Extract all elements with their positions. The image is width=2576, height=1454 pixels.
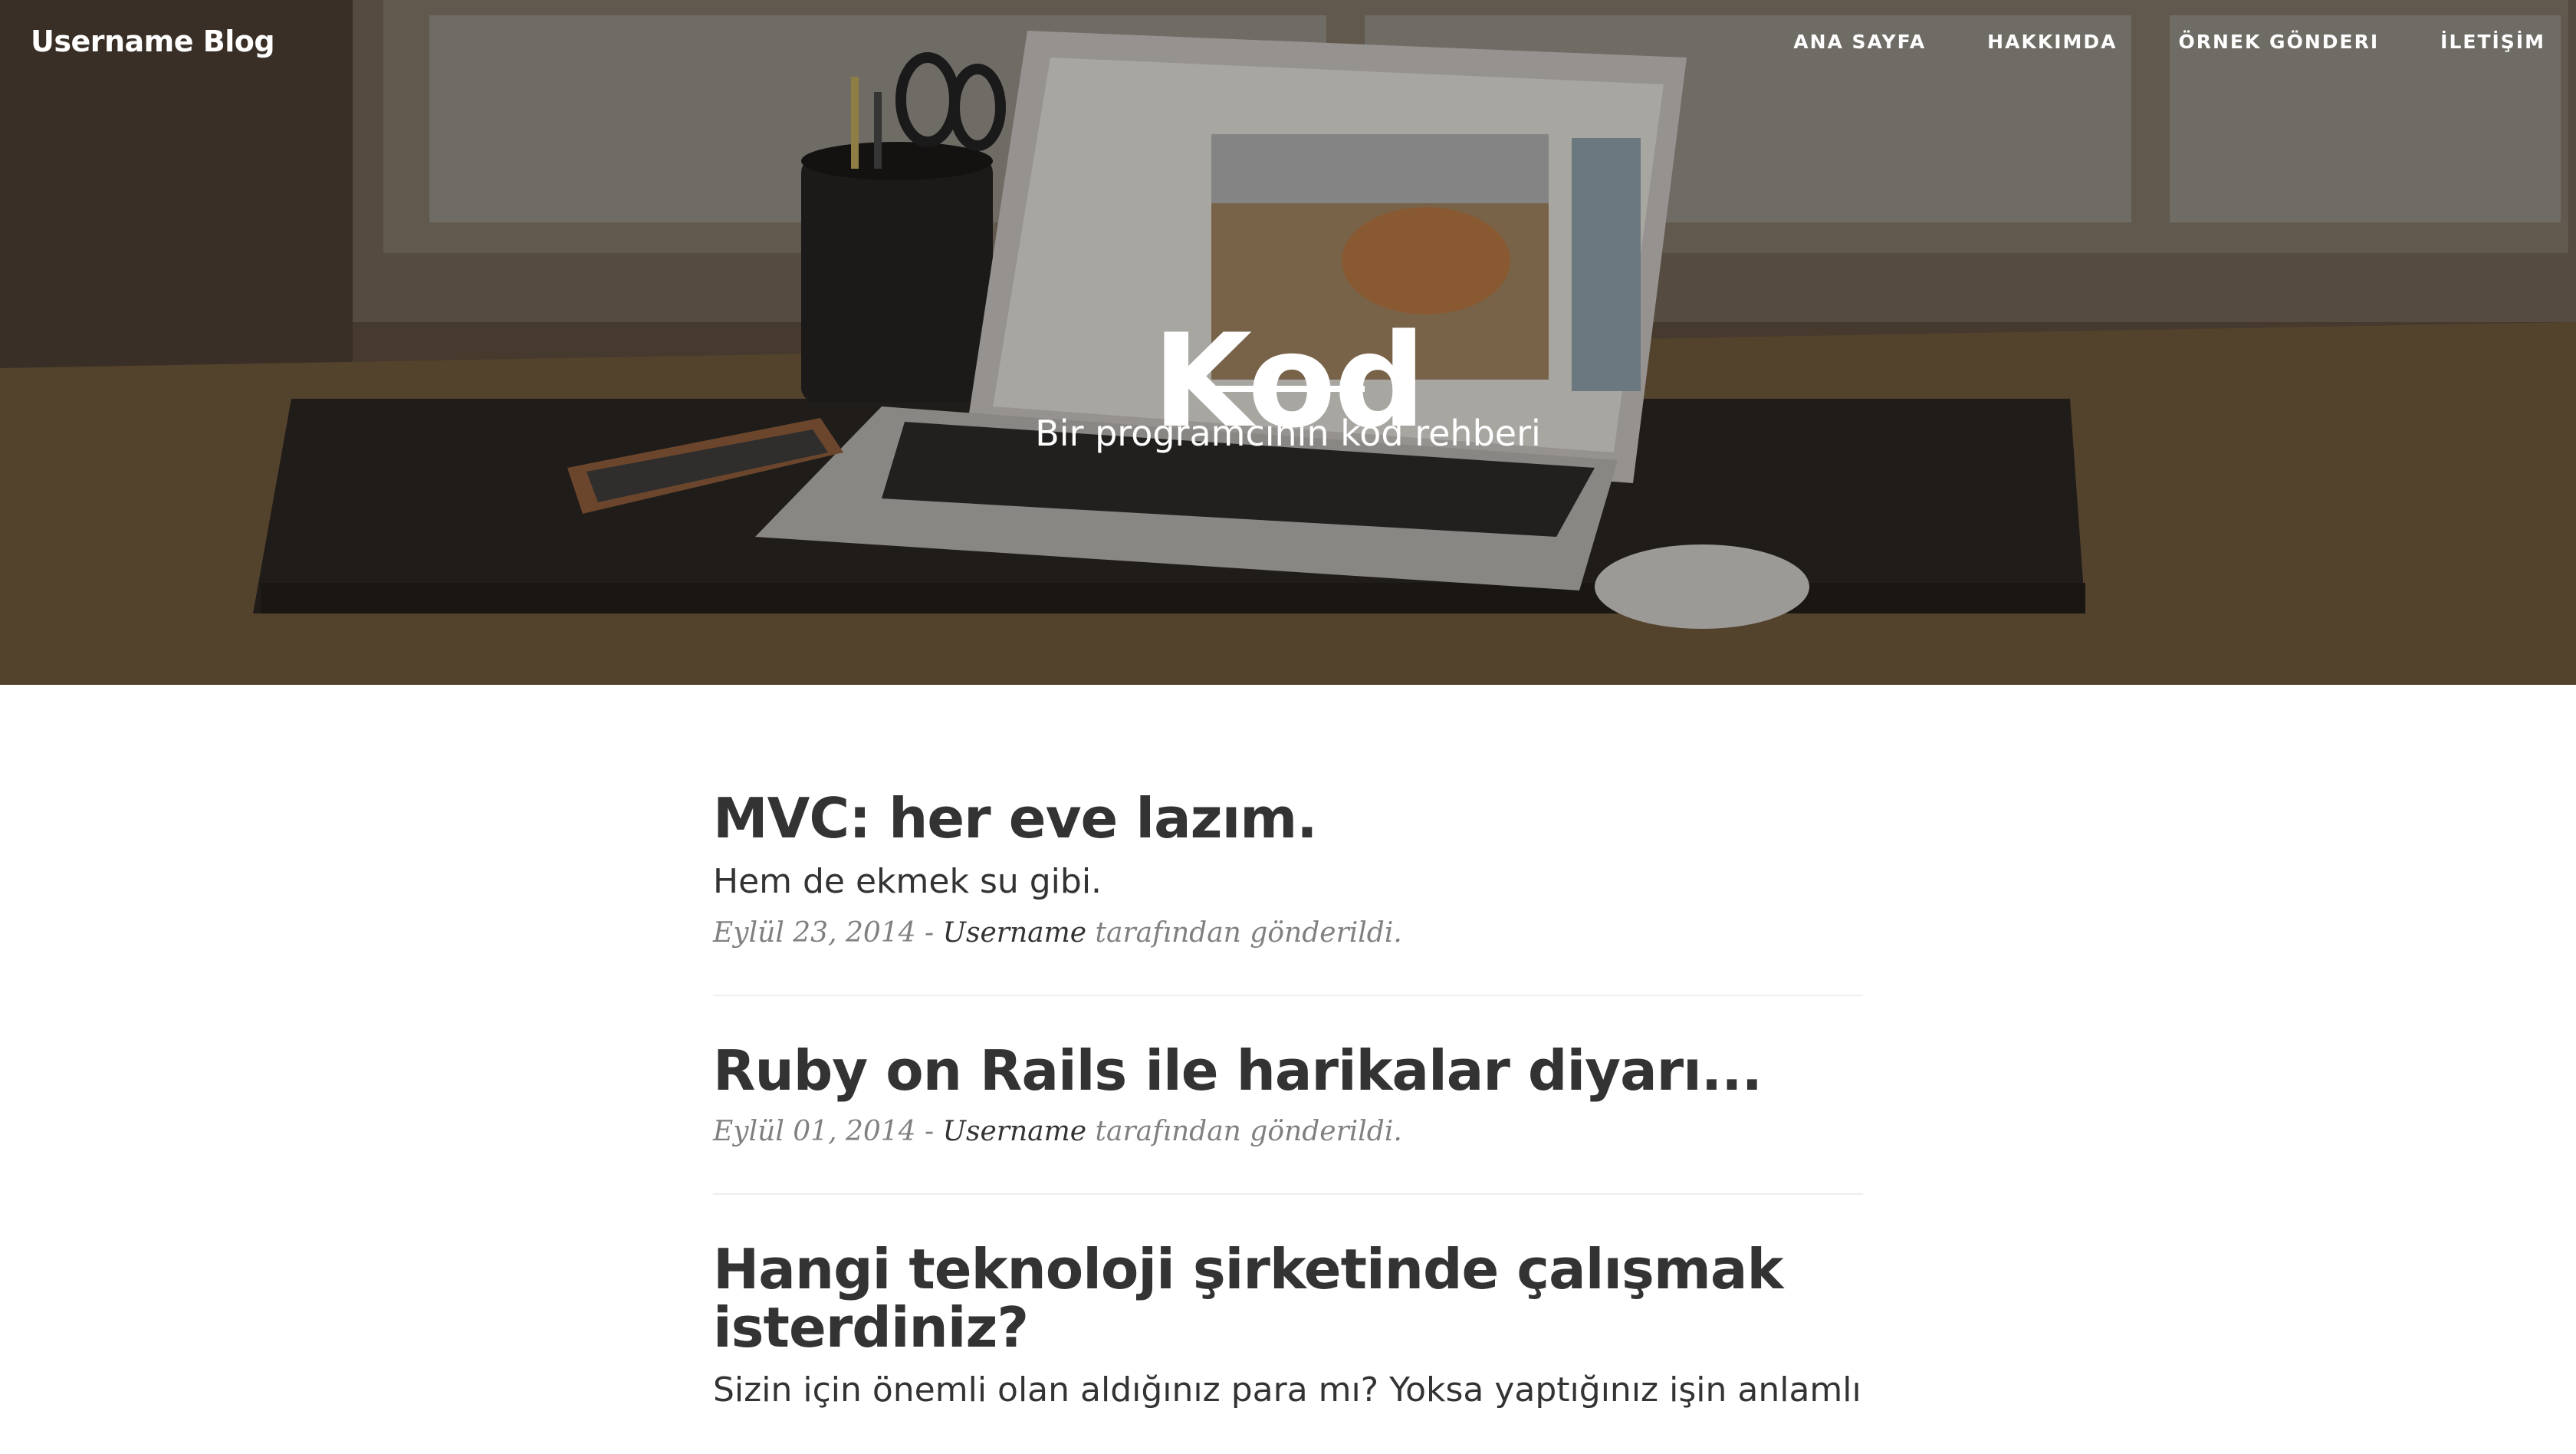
post-meta: Eylül 23, 2014 - Username tarafından gön… <box>713 917 1863 949</box>
post-preview: Hangi teknoloji şirketinde çalışmak iste… <box>713 1240 1863 1411</box>
hero-header: Kod Bir programcının kod rehberi <box>0 0 2576 685</box>
post-preview: Ruby on Rails ile harikalar diyarı... Ey… <box>713 1042 1863 1147</box>
post-date: Eylül 01, 2014 <box>713 1115 916 1147</box>
nav-link-about[interactable]: HAKKIMDA <box>1987 31 2117 53</box>
post-title-link[interactable]: MVC: her eve lazım. <box>713 789 1863 848</box>
post-subtitle[interactable]: Hem de ekmek su gibi. <box>713 862 1863 903</box>
post-title-link[interactable]: Hangi teknoloji şirketinde çalışmak iste… <box>713 1240 1863 1357</box>
post-title-link[interactable]: Ruby on Rails ile harikalar diyarı... <box>713 1042 1863 1100</box>
post-subtitle[interactable]: Sizin için önemli olan aldığınız para mı… <box>713 1370 1863 1411</box>
top-navbar: Username Blog ANA SAYFA HAKKIMDA ÖRNEK G… <box>0 0 2576 89</box>
hero-divider <box>1211 386 1365 392</box>
brand-link[interactable]: Username Blog <box>31 25 275 58</box>
nav-links: ANA SAYFA HAKKIMDA ÖRNEK GÖNDERI İLETİŞİ… <box>1793 31 2545 53</box>
post-list: MVC: her eve lazım. Hem de ekmek su gibi… <box>713 789 1863 1411</box>
post-author-link[interactable]: Username <box>943 1116 1086 1147</box>
post-preview: MVC: her eve lazım. Hem de ekmek su gibi… <box>713 789 1863 949</box>
nav-link-home[interactable]: ANA SAYFA <box>1793 31 1926 53</box>
meta-separator: - <box>925 1115 935 1147</box>
posted-by-suffix: tarafından gönderildi. <box>1095 1115 1402 1147</box>
post-divider <box>713 1192 1863 1195</box>
post-divider <box>713 995 1863 997</box>
posted-by-suffix: tarafından gönderildi. <box>1095 917 1402 949</box>
post-author-link[interactable]: Username <box>943 917 1086 949</box>
nav-link-sample-post[interactable]: ÖRNEK GÖNDERI <box>2178 31 2379 53</box>
nav-link-contact[interactable]: İLETİŞİM <box>2440 31 2545 53</box>
meta-separator: - <box>925 917 935 949</box>
post-date: Eylül 23, 2014 <box>713 917 916 949</box>
hero-subtitle: Bir programcının kod rehberi <box>1035 413 1541 454</box>
post-meta: Eylül 01, 2014 - Username tarafından gön… <box>713 1116 1863 1147</box>
